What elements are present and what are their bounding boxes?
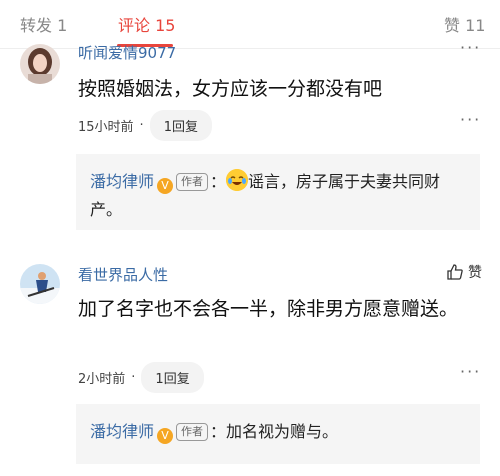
more-dots-icon[interactable]: ··· bbox=[460, 38, 481, 57]
like-label: 赞 bbox=[468, 265, 482, 281]
more-dots-icon[interactable]: ··· bbox=[460, 362, 481, 381]
tab-comment[interactable]: 评论 15 bbox=[118, 12, 175, 36]
reply-colon: ： bbox=[210, 172, 227, 191]
reply-author[interactable]: 潘均律师 bbox=[90, 422, 154, 441]
comment-time: 15小时前 bbox=[78, 120, 134, 135]
thumb-up-icon bbox=[447, 264, 463, 280]
reply-count-button[interactable]: 1回复 bbox=[141, 362, 204, 393]
verified-v-icon: V bbox=[157, 178, 174, 194]
avatar[interactable] bbox=[20, 44, 60, 84]
comment-text: 加了名字也不会各一半，除非男方愿意赠送。 bbox=[78, 298, 459, 320]
comment-username[interactable]: 听闻爱情9077 bbox=[78, 42, 176, 63]
avatar[interactable] bbox=[20, 264, 60, 304]
crying-laugh-emoji-icon bbox=[226, 169, 249, 191]
comment-time: 2小时前 bbox=[78, 372, 126, 387]
reply-colon: ： bbox=[210, 422, 227, 441]
more-dots-icon[interactable]: ··· bbox=[460, 110, 481, 129]
verified-v-icon: V bbox=[157, 428, 174, 444]
reply-text: 加名视为赠与。 bbox=[226, 422, 339, 441]
tab-like[interactable]: 赞 11 bbox=[444, 12, 485, 36]
reply-box[interactable]: 潘均律师 V 作者：谣言，房子属于夫妻共同财产。 bbox=[76, 154, 480, 230]
tab-repost[interactable]: 转发 1 bbox=[20, 12, 67, 36]
like-button[interactable]: 赞 bbox=[446, 262, 482, 282]
comment-tabs-bar: 转发 1 评论 15 赞 11 bbox=[0, 0, 500, 49]
author-badge: 作者 bbox=[176, 173, 209, 191]
comment-username[interactable]: 看世界品人性 bbox=[78, 264, 168, 285]
reply-author[interactable]: 潘均律师 bbox=[90, 172, 154, 191]
reply-count-button[interactable]: 1回复 bbox=[149, 110, 212, 141]
separator-dot: · bbox=[139, 118, 144, 133]
comment-meta: 15小时前 · 1回复 bbox=[78, 110, 212, 141]
author-badge: 作者 bbox=[176, 423, 209, 441]
comment-meta: 2小时前 · 1回复 bbox=[78, 362, 204, 393]
reply-box[interactable]: 潘均律师 V 作者 ：加名视为赠与。 bbox=[76, 404, 480, 464]
separator-dot: · bbox=[131, 370, 136, 385]
comment-text: 按照婚姻法，女方应该一分都没有吧 bbox=[78, 78, 383, 100]
